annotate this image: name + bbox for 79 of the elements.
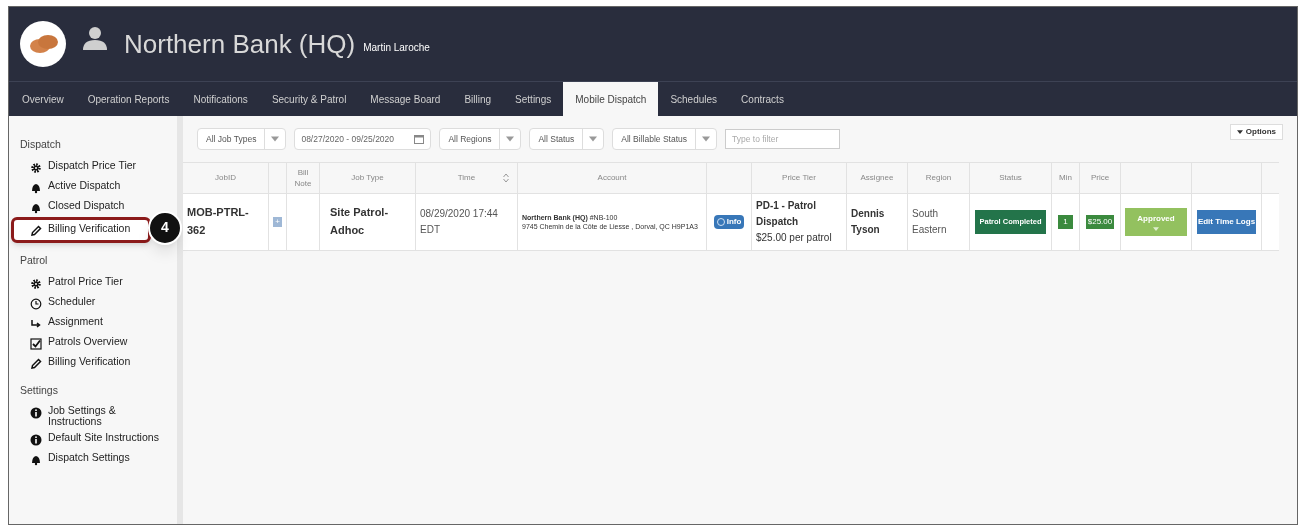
logo bbox=[20, 21, 66, 67]
table-cell-text: $25.00 per patrol bbox=[756, 231, 833, 245]
table-cell-text: 08/29/2020 17:44 EDT bbox=[420, 207, 499, 237]
gear-icon bbox=[30, 277, 42, 290]
sidebar-link[interactable]: Assignment bbox=[20, 312, 160, 333]
table-cell-text: Dennis Tyson bbox=[851, 207, 886, 237]
sidebar-link[interactable]: Default Site Instructions bbox=[20, 429, 160, 450]
sidebar-link[interactable]: Dispatch Price Tier bbox=[20, 156, 160, 177]
sidebar-link[interactable]: Active Dispatch bbox=[20, 176, 160, 197]
caret-icon bbox=[1153, 227, 1159, 231]
table-cell-text: South Eastern bbox=[912, 207, 948, 237]
pencil-icon bbox=[30, 224, 42, 237]
sidebar-link[interactable]: Scheduler bbox=[20, 292, 160, 313]
nav-tab[interactable]: Billing bbox=[452, 82, 504, 116]
nav-tab[interactable]: Notifications bbox=[181, 82, 260, 116]
filter-input[interactable]: Type to filter bbox=[725, 129, 840, 149]
section-heading: Settings bbox=[20, 382, 59, 398]
sort-icon bbox=[503, 173, 509, 183]
column-header: Assignee bbox=[860, 172, 894, 184]
nav-tab[interactable]: Contracts bbox=[729, 82, 796, 116]
table-cell-text: PD-1 - Patrol Dispatch bbox=[756, 199, 817, 229]
nav-tab[interactable]: Overview bbox=[10, 82, 76, 116]
nav-tab[interactable]: Schedules bbox=[658, 82, 730, 116]
user-icon bbox=[82, 25, 108, 51]
bell-icon bbox=[30, 181, 42, 194]
caret-icon bbox=[271, 136, 280, 142]
column-header: JobID bbox=[215, 172, 236, 184]
nav-tab[interactable]: Security & Patrol bbox=[259, 82, 359, 116]
minutes-badge: 1 bbox=[1058, 215, 1073, 229]
bell-icon bbox=[30, 201, 42, 214]
table-cell-text: Site Patrol-Adhoc bbox=[330, 205, 390, 238]
column-header: Status bbox=[999, 172, 1022, 184]
info-button[interactable]: Info bbox=[713, 215, 745, 229]
nav-tab[interactable]: Operation Reports bbox=[75, 82, 182, 116]
checkbox-icon bbox=[30, 337, 42, 350]
column-header: Time bbox=[457, 172, 476, 184]
column-header: Bill Note bbox=[293, 166, 313, 190]
bell-icon bbox=[30, 454, 42, 467]
date-range-field[interactable]: 08/27/2020 - 09/25/2020 bbox=[294, 128, 432, 150]
column-header: Price bbox=[1090, 172, 1110, 184]
sidebar-link[interactable]: Patrols Overview bbox=[20, 332, 160, 353]
sidebar-link[interactable]: Job Settings & Instructions bbox=[20, 402, 160, 430]
user-name: Martin Laroche bbox=[363, 41, 430, 55]
column-header: Min bbox=[1059, 172, 1072, 184]
filter-dropdown[interactable]: All Status bbox=[529, 128, 605, 150]
caret-icon bbox=[589, 136, 598, 142]
edit-time-logs-button[interactable]: Edit Time Logs bbox=[1197, 210, 1256, 234]
filter-dropdown[interactable]: All Regions bbox=[439, 128, 522, 150]
table-cell-text: MOB-PTRL-362 bbox=[187, 205, 250, 238]
pencil-icon bbox=[30, 357, 42, 370]
caret-icon bbox=[506, 136, 515, 142]
caret-icon bbox=[702, 136, 710, 142]
column-header: Account bbox=[597, 172, 627, 184]
info-icon bbox=[30, 434, 42, 447]
price-badge: $25.00 bbox=[1085, 215, 1115, 229]
nav-tab[interactable]: Mobile Dispatch bbox=[563, 82, 659, 116]
column-header: Job Type bbox=[351, 172, 384, 184]
column-header: Region bbox=[925, 172, 952, 184]
nav-tab[interactable]: Message Board bbox=[358, 82, 453, 116]
sidebar-link[interactable]: Billing Verification bbox=[20, 352, 160, 373]
turn-arrow-icon bbox=[30, 317, 42, 330]
caret-icon bbox=[1236, 130, 1243, 134]
clock-icon bbox=[30, 297, 42, 310]
column-header: Price Tier bbox=[782, 172, 816, 184]
page-title: Northern Bank (HQ) bbox=[124, 31, 356, 57]
section-heading: Dispatch bbox=[20, 137, 62, 152]
gear-icon bbox=[30, 161, 42, 174]
filter-dropdown[interactable]: All Job Types bbox=[197, 128, 287, 150]
filter-dropdown[interactable]: All Billable Status bbox=[612, 128, 717, 150]
info-icon bbox=[30, 407, 42, 420]
section-heading: Patrol bbox=[20, 252, 49, 268]
sidebar-link[interactable]: Dispatch Settings bbox=[20, 449, 160, 470]
nav-tab[interactable]: Settings bbox=[503, 82, 564, 116]
calendar-icon bbox=[414, 134, 425, 144]
step-badge: 4 bbox=[148, 210, 182, 245]
help-icon bbox=[716, 218, 725, 226]
options-button[interactable]: Options bbox=[1229, 124, 1283, 140]
sidebar-link[interactable]: Patrol Price Tier bbox=[20, 272, 160, 293]
sidebar-link[interactable]: Billing Verification bbox=[11, 216, 151, 243]
